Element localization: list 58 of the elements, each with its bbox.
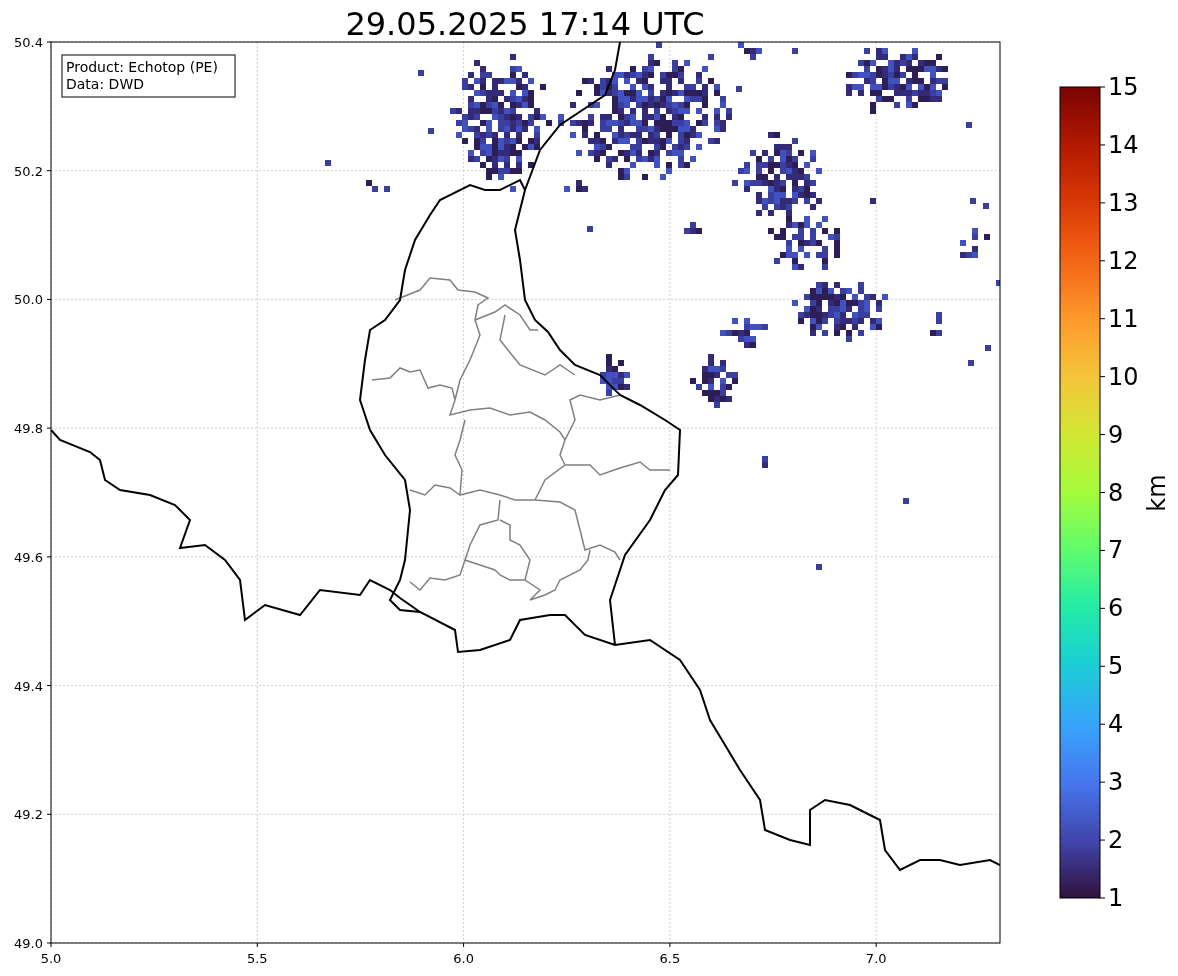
colorbar-tick-label: 2: [1108, 826, 1124, 855]
y-tick-label: 50.4: [14, 35, 43, 50]
colorbar-tick-label: 3: [1108, 768, 1124, 797]
y-tick-label: 49.2: [14, 807, 43, 823]
tick-mark: [46, 556, 52, 558]
tick-mark: [1099, 144, 1106, 146]
info-text: Data: DWD: [66, 76, 144, 92]
colorbar-tick-label: 15: [1108, 73, 1139, 101]
x-tick-label: 7.0: [865, 951, 887, 966]
tick-mark: [46, 813, 52, 815]
x-tick-label: 6.0: [453, 951, 474, 966]
tick-mark: [1099, 434, 1106, 436]
tick-mark: [1099, 260, 1106, 262]
tick-mark: [1099, 607, 1106, 609]
colorbar-tick-label: 14: [1108, 130, 1139, 159]
y-tick-label: 49.8: [14, 421, 43, 437]
tick-mark: [1099, 723, 1106, 725]
colorbar-tick-label: 5: [1108, 652, 1124, 681]
tick-mark: [1099, 665, 1106, 667]
chart-title: 29.05.2025 17:14 UTC: [345, 5, 705, 43]
y-tick-label: 49.4: [14, 678, 43, 694]
tick-mark: [875, 942, 877, 948]
tick-mark: [256, 942, 258, 948]
tick-mark: [1099, 549, 1106, 551]
tick-mark: [463, 942, 465, 948]
tick-mark: [1099, 202, 1106, 204]
colorbar-tick-label: 4: [1108, 710, 1124, 739]
tick-mark: [669, 942, 671, 948]
tick-mark: [1099, 781, 1106, 783]
tick-mark: [1099, 376, 1106, 378]
tick-mark: [46, 427, 52, 429]
x-tick-label: 6.5: [659, 951, 681, 966]
y-tick-label: 50.0: [14, 292, 43, 308]
tick-mark: [1099, 318, 1106, 320]
colorbar-tick-label: 11: [1108, 304, 1139, 333]
tick-mark: [46, 170, 52, 172]
info-text: Product: Echotop (PE): [66, 59, 218, 75]
tick-mark: [46, 685, 52, 687]
colorbar-tick-label: 1: [1108, 884, 1124, 912]
tick-mark: [1099, 86, 1106, 88]
colorbar-tick-label: 9: [1108, 420, 1124, 449]
colorbar-tick-label: 13: [1108, 188, 1139, 217]
colorbar-tick-label: 12: [1108, 246, 1139, 275]
colorbar-tick-label: 6: [1108, 594, 1124, 623]
tick-mark: [1099, 897, 1106, 899]
y-tick-label: 49.6: [14, 549, 43, 565]
tick-mark: [46, 298, 52, 300]
y-tick-label: 50.2: [14, 163, 43, 179]
colorbar-tick-label: 8: [1108, 478, 1124, 507]
colorbar-tick-label: 10: [1108, 362, 1139, 391]
tick-mark: [46, 41, 52, 43]
colorbar-tick-label: 7: [1108, 536, 1124, 565]
tick-mark: [1099, 839, 1106, 841]
y-tick-label: 49.0: [14, 936, 43, 951]
colorbar-label: km: [1143, 474, 1171, 512]
x-tick-label: 5.5: [246, 951, 268, 966]
tick-mark: [1099, 492, 1106, 493]
x-tick-label: 5.0: [40, 951, 62, 966]
